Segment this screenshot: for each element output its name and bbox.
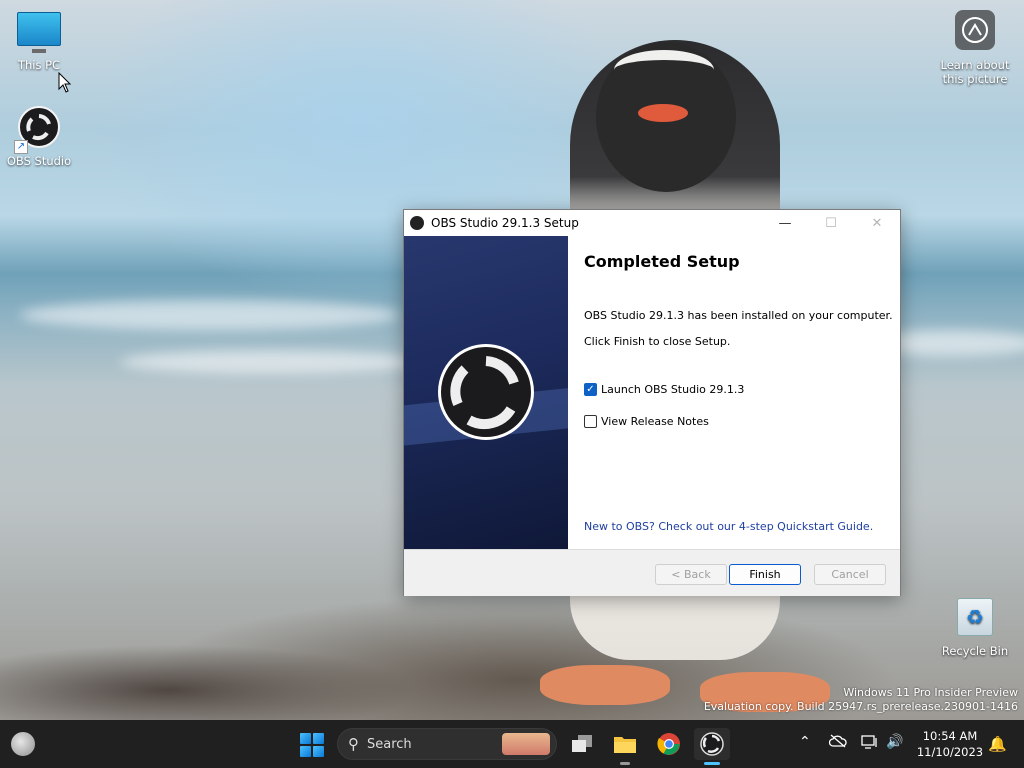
- desktop-icon-label: Recycle Bin: [941, 644, 1009, 658]
- search-highlight-image: [502, 733, 550, 755]
- checkbox-unchecked-icon: [584, 415, 597, 428]
- finish-hint: Click Finish to close Setup.: [584, 335, 731, 348]
- page-heading: Completed Setup: [584, 252, 740, 271]
- obs-logo-icon: [438, 344, 534, 440]
- file-explorer-button[interactable]: [607, 728, 643, 765]
- cloud-offline-icon: [828, 734, 847, 748]
- wallpaper-penguin-band: [614, 50, 714, 90]
- desktop-icon-label: OBS Studio: [6, 154, 72, 168]
- mouse-cursor-icon: [58, 72, 72, 93]
- notification-bell-icon[interactable]: 🔔: [988, 735, 1007, 753]
- desktop-wallpaper: This PC OBS Studio ↗ Learn about this pi…: [0, 0, 1024, 720]
- chevron-up-icon: ⌃: [799, 734, 811, 750]
- window-title: OBS Studio 29.1.3 Setup: [431, 216, 579, 230]
- weather-widget-icon[interactable]: [11, 732, 35, 756]
- show-hidden-icons-button[interactable]: ⌃: [799, 734, 811, 750]
- search-icon: ⚲: [348, 735, 359, 753]
- quickstart-link[interactable]: New to OBS? Check out our 4-step Quickst…: [584, 520, 873, 533]
- learn-label: Learn about this picture: [940, 58, 1010, 86]
- window-titlebar[interactable]: OBS Studio 29.1.3 Setup — ☐ ✕: [404, 210, 900, 236]
- release-notes-label: View Release Notes: [601, 415, 709, 428]
- desktop-icon-this-pc[interactable]: This PC: [0, 12, 78, 72]
- wallpaper-penguin-beak: [638, 104, 688, 122]
- watermark-line-2: Evaluation copy. Build 25947.rs_prerelea…: [703, 700, 1018, 713]
- wallpaper-wave: [120, 350, 420, 374]
- monitor-icon: [17, 12, 61, 53]
- speaker-icon: 🔊: [886, 734, 904, 750]
- obs-logo-icon: [700, 732, 724, 756]
- clock-date: 11/10/2023: [916, 745, 984, 759]
- minimize-button[interactable]: —: [762, 210, 808, 236]
- launch-obs-checkbox[interactable]: ✓ Launch OBS Studio 29.1.3: [584, 383, 744, 396]
- close-button[interactable]: ✕: [854, 210, 900, 236]
- obs-studio-taskbar-button[interactable]: [694, 728, 730, 765]
- desktop-icon-label: This PC: [17, 58, 61, 72]
- clock-time: 10:54 AM: [922, 729, 978, 743]
- launch-obs-label: Launch OBS Studio 29.1.3: [601, 383, 745, 396]
- checkbox-checked-icon: ✓: [584, 383, 597, 396]
- installer-content: Completed Setup OBS Studio 29.1.3 has be…: [568, 236, 900, 549]
- installer-banner: [404, 236, 568, 549]
- running-indicator: [620, 762, 630, 765]
- minimize-icon: —: [778, 215, 792, 231]
- taskbar-clock[interactable]: 10:54 AM 11/10/2023: [912, 728, 988, 760]
- chrome-button[interactable]: [651, 728, 687, 760]
- folder-icon: [614, 737, 636, 753]
- chrome-icon: [657, 733, 680, 755]
- camera-lens-icon: [955, 10, 995, 50]
- windows-logo-pane: [300, 733, 311, 744]
- running-indicator: [704, 762, 720, 765]
- close-icon: ✕: [871, 215, 883, 231]
- maximize-icon: ☐: [825, 215, 837, 231]
- taskbar-search-box[interactable]: ⚲ Search: [337, 728, 557, 760]
- view-release-notes-checkbox[interactable]: View Release Notes: [584, 415, 709, 428]
- setup-window: OBS Studio 29.1.3 Setup — ☐ ✕ Completed …: [403, 209, 901, 596]
- search-label: Search: [367, 736, 412, 752]
- windows-logo-pane: [313, 746, 324, 757]
- windows-watermark: Windows 11 Pro Insider Preview Evaluatio…: [704, 686, 1018, 714]
- task-view-icon: [572, 735, 592, 752]
- volume-button[interactable]: 🔊: [886, 734, 903, 750]
- maximize-button[interactable]: ☐: [808, 210, 854, 236]
- task-view-button[interactable]: [564, 728, 600, 760]
- finish-button[interactable]: Finish: [729, 564, 801, 585]
- network-button[interactable]: [861, 734, 879, 754]
- watermark-line-1: Windows 11 Pro Insider Preview: [843, 686, 1018, 699]
- obs-app-icon: [410, 216, 424, 230]
- desktop-icon-recycle-bin[interactable]: ♻ Recycle Bin: [938, 598, 1012, 658]
- button-bar: < Back Finish Cancel: [404, 549, 900, 596]
- network-icon: [861, 735, 877, 749]
- shortcut-arrow-icon: ↗: [14, 140, 28, 154]
- wallpaper-wave: [20, 300, 400, 330]
- desktop-icon-obs-studio[interactable]: OBS Studio: [0, 106, 78, 168]
- installed-message: OBS Studio 29.1.3 has been installed on …: [584, 309, 893, 322]
- cancel-button[interactable]: Cancel: [814, 564, 886, 585]
- recycle-bin-icon: ♻: [957, 598, 993, 636]
- start-button[interactable]: [300, 733, 324, 757]
- windows-logo-pane: [300, 746, 311, 757]
- windows-logo-pane: [313, 733, 324, 744]
- wallpaper-penguin-foot: [540, 665, 670, 705]
- learn-about-picture[interactable]: Learn about this picture: [938, 10, 1012, 86]
- onedrive-button[interactable]: [828, 734, 847, 752]
- back-button[interactable]: < Back: [655, 564, 727, 585]
- taskbar: ⚲ Search ⌃ 🔊 10:54 AM 11/10/2023 🔔: [0, 720, 1024, 768]
